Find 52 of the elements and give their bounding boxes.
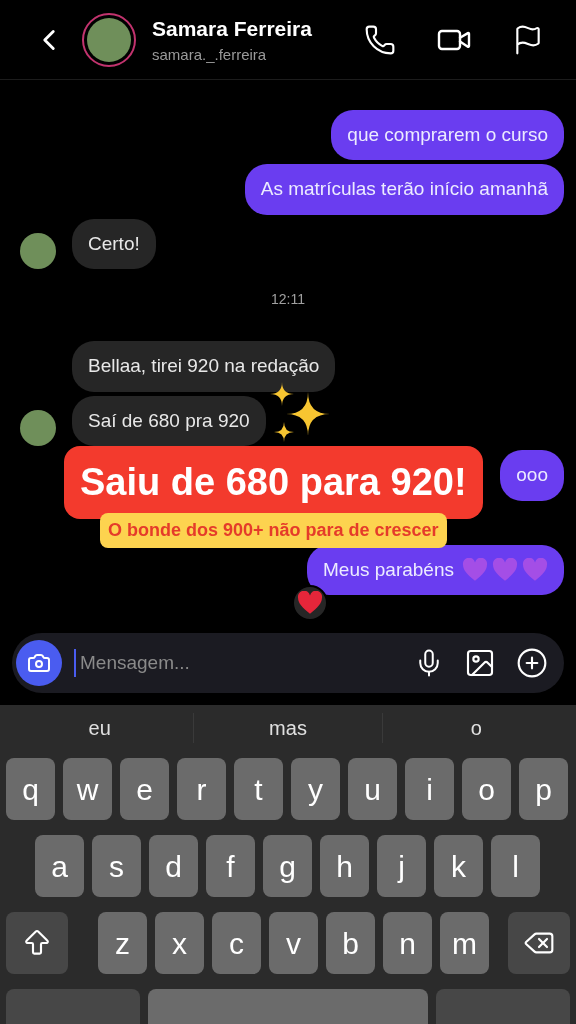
keyboard-key[interactable]: t: [234, 758, 283, 820]
keyboard-key[interactable]: u: [348, 758, 397, 820]
message-text: As matrículas terão início amanhã: [260, 177, 548, 201]
keyboard-key[interactable]: n: [383, 912, 432, 974]
keyboard-key[interactable]: d: [149, 835, 198, 897]
received-message: Bellaa, tirei 920 na redação: [72, 341, 336, 392]
keyboard-key[interactable]: s: [92, 835, 141, 897]
keyboard-key[interactable]: p: [519, 758, 568, 820]
received-message: Saí de 680 pra 920: [72, 395, 266, 446]
keyboard-key[interactable]: y: [291, 758, 340, 820]
keyboard-key[interactable]: v: [269, 912, 318, 974]
keyboard-key[interactable]: e: [120, 758, 169, 820]
message-text: ooo: [516, 463, 548, 487]
keyboard-key[interactable]: r: [177, 758, 226, 820]
keyboard-key[interactable]: z: [98, 912, 147, 974]
subtitle-banner: O bonde dos 900+ não para de crescer: [99, 513, 447, 548]
word-suggestion[interactable]: o: [381, 713, 570, 743]
camera-icon: [27, 651, 51, 675]
phone-icon[interactable]: [364, 23, 396, 56]
message-text: Meus parabéns: [323, 557, 454, 582]
keyboard-key[interactable]: i: [405, 758, 454, 820]
keyboard-key[interactable]: o: [462, 758, 511, 820]
image-icon[interactable]: [464, 647, 496, 679]
keyboard-key[interactable]: m: [440, 912, 489, 974]
message-text: que comprarem o curso: [347, 122, 548, 147]
camera-button[interactable]: [16, 640, 62, 686]
keyboard-key[interactable]: j: [377, 835, 426, 897]
timestamp: 12:11: [271, 290, 305, 309]
keyboard-key[interactable]: w: [63, 758, 112, 820]
keyboard-key[interactable]: f: [206, 835, 255, 897]
message-input[interactable]: Mensagem...: [74, 648, 402, 678]
heart-icon: [297, 591, 323, 615]
profile-avatar[interactable]: [82, 12, 136, 67]
add-icon[interactable]: [516, 647, 548, 679]
keyboard-key[interactable]: x: [155, 912, 204, 974]
keyboard-key[interactable]: h: [320, 835, 369, 897]
keyboard-key[interactable]: g: [263, 835, 312, 897]
keyboard-key[interactable]: k: [434, 835, 483, 897]
message-composer[interactable]: Mensagem...: [12, 633, 564, 693]
keyboard-key[interactable]: a: [35, 835, 84, 897]
contact-username: samara._.ferreira: [152, 45, 268, 65]
keyboard-key[interactable]: l: [491, 835, 540, 897]
keyboard-key[interactable]: q: [6, 758, 55, 820]
shift-key[interactable]: [6, 912, 68, 974]
headline-banner: Saiu de 680 para 920!: [64, 446, 483, 519]
keyboard-key[interactable]: c: [212, 912, 261, 974]
backspace-key[interactable]: [508, 912, 570, 974]
word-suggestion[interactable]: eu: [6, 713, 194, 743]
word-suggestion[interactable]: mas: [193, 713, 382, 743]
keyboard-key[interactable]: b: [326, 912, 375, 974]
received-message: Certo!: [72, 218, 156, 269]
contact-name: Samara Ferreira: [152, 15, 313, 42]
